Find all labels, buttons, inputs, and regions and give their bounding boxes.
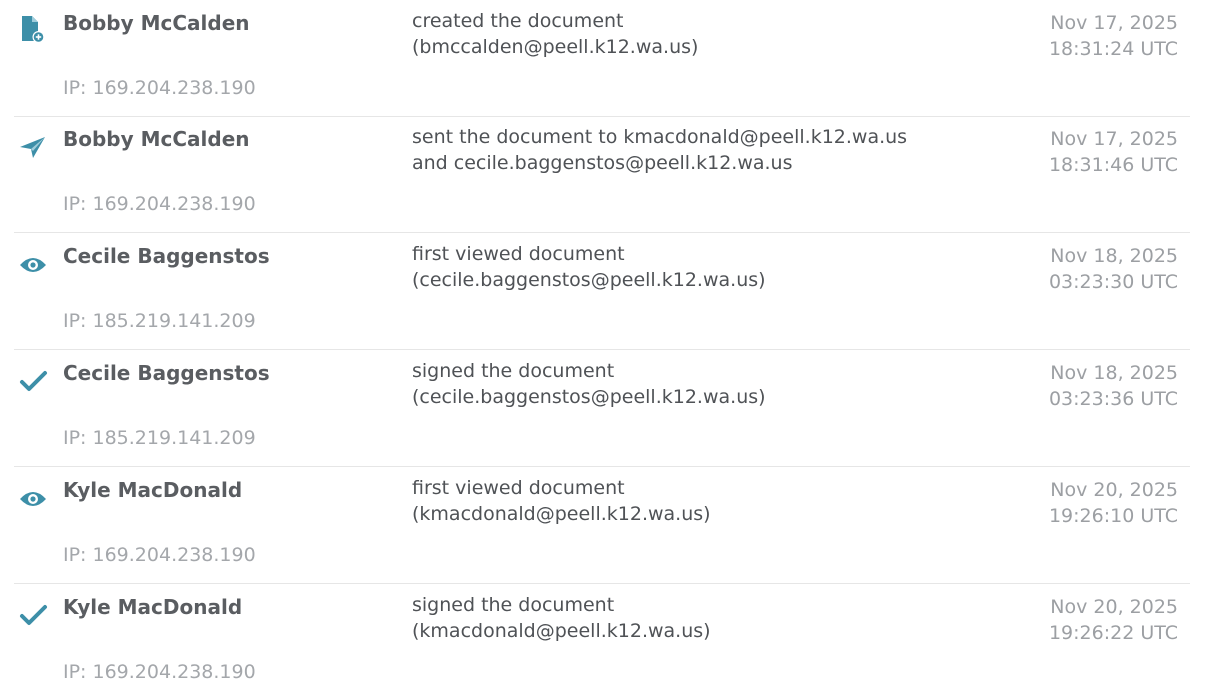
audit-event-row: Bobby McCalden sent the document to kmac… — [0, 116, 1190, 233]
action-text: signed the document — [412, 594, 615, 616]
event-timestamp: Nov 20, 2025 19:26:10 UTC — [1049, 477, 1178, 529]
audit-event-row: Cecile Baggenstos signed the document (c… — [0, 350, 1190, 467]
signer-name: Bobby McCalden — [63, 127, 250, 151]
event-action: first viewed document (cecile.baggenstos… — [412, 241, 1012, 293]
action-text: sent the document to kmacdonald@peell.k1… — [412, 126, 908, 148]
document-plus-icon — [18, 14, 48, 44]
ip-address: IP: 169.204.238.190 — [63, 661, 256, 683]
ip-address: IP: 169.204.238.190 — [63, 77, 256, 99]
event-action: signed the document (kmacdonald@peell.k1… — [412, 592, 1012, 644]
signer-name: Cecile Baggenstos — [63, 361, 270, 385]
action-detail: (kmacdonald@peell.k12.wa.us) — [412, 503, 711, 525]
ip-address: IP: 169.204.238.190 — [63, 544, 256, 566]
event-time: 03:23:36 UTC — [1048, 388, 1178, 410]
action-detail: (cecile.baggenstos@peell.k12.wa.us) — [412, 269, 766, 291]
signer-name: Cecile Baggenstos — [63, 244, 270, 268]
event-time: 18:31:24 UTC — [1048, 38, 1178, 60]
action-detail: (bmccalden@peell.k12.wa.us) — [412, 36, 699, 58]
audit-trail-log: Bobby McCalden created the document (bmc… — [0, 0, 1205, 694]
event-action: first viewed document (kmacdonald@peell.… — [412, 475, 1012, 527]
event-action: signed the document (cecile.baggenstos@p… — [412, 358, 1012, 410]
signer-name: Kyle MacDonald — [63, 478, 243, 502]
audit-event-row: Bobby McCalden created the document (bmc… — [0, 0, 1190, 117]
event-timestamp: Nov 17, 2025 18:31:24 UTC — [1049, 10, 1178, 62]
event-date: Nov 17, 2025 — [1050, 12, 1178, 34]
event-action: sent the document to kmacdonald@peell.k1… — [412, 124, 1012, 176]
action-detail: (cecile.baggenstos@peell.k12.wa.us) — [412, 386, 766, 408]
event-time: 19:26:10 UTC — [1048, 505, 1178, 527]
ip-address: IP: 185.219.141.209 — [63, 310, 256, 332]
event-action: created the document (bmccalden@peell.k1… — [412, 8, 1012, 60]
ip-address: IP: 185.219.141.209 — [63, 427, 256, 449]
event-time: 19:26:22 UTC — [1048, 622, 1178, 644]
ip-address: IP: 169.204.238.190 — [63, 193, 256, 215]
action-detail: (kmacdonald@peell.k12.wa.us) — [412, 620, 711, 642]
event-timestamp: Nov 18, 2025 03:23:36 UTC — [1049, 360, 1178, 412]
event-time: 18:31:46 UTC — [1048, 154, 1178, 176]
event-date: Nov 17, 2025 — [1050, 128, 1178, 150]
event-date: Nov 18, 2025 — [1050, 362, 1178, 384]
signer-name: Kyle MacDonald — [63, 595, 243, 619]
checkmark-icon — [18, 598, 48, 628]
event-timestamp: Nov 18, 2025 03:23:30 UTC — [1049, 243, 1178, 295]
audit-event-row: Cecile Baggenstos first viewed document … — [0, 233, 1190, 350]
event-timestamp: Nov 20, 2025 19:26:22 UTC — [1049, 594, 1178, 646]
action-text: first viewed document — [412, 243, 625, 265]
event-date: Nov 18, 2025 — [1050, 245, 1178, 267]
event-date: Nov 20, 2025 — [1050, 596, 1178, 618]
audit-event-row: Kyle MacDonald first viewed document (km… — [0, 467, 1190, 584]
eye-icon — [18, 247, 48, 277]
action-text: signed the document — [412, 360, 615, 382]
event-timestamp: Nov 17, 2025 18:31:46 UTC — [1049, 126, 1178, 178]
paper-plane-icon — [18, 130, 48, 160]
event-date: Nov 20, 2025 — [1050, 479, 1178, 501]
event-time: 03:23:30 UTC — [1048, 271, 1178, 293]
audit-event-row: Kyle MacDonald signed the document (kmac… — [0, 584, 1190, 694]
checkmark-icon — [18, 364, 48, 394]
action-detail: and cecile.baggenstos@peell.k12.wa.us — [412, 152, 793, 174]
signer-name: Bobby McCalden — [63, 11, 250, 35]
eye-icon — [18, 481, 48, 511]
action-text: created the document — [412, 10, 624, 32]
action-text: first viewed document — [412, 477, 625, 499]
